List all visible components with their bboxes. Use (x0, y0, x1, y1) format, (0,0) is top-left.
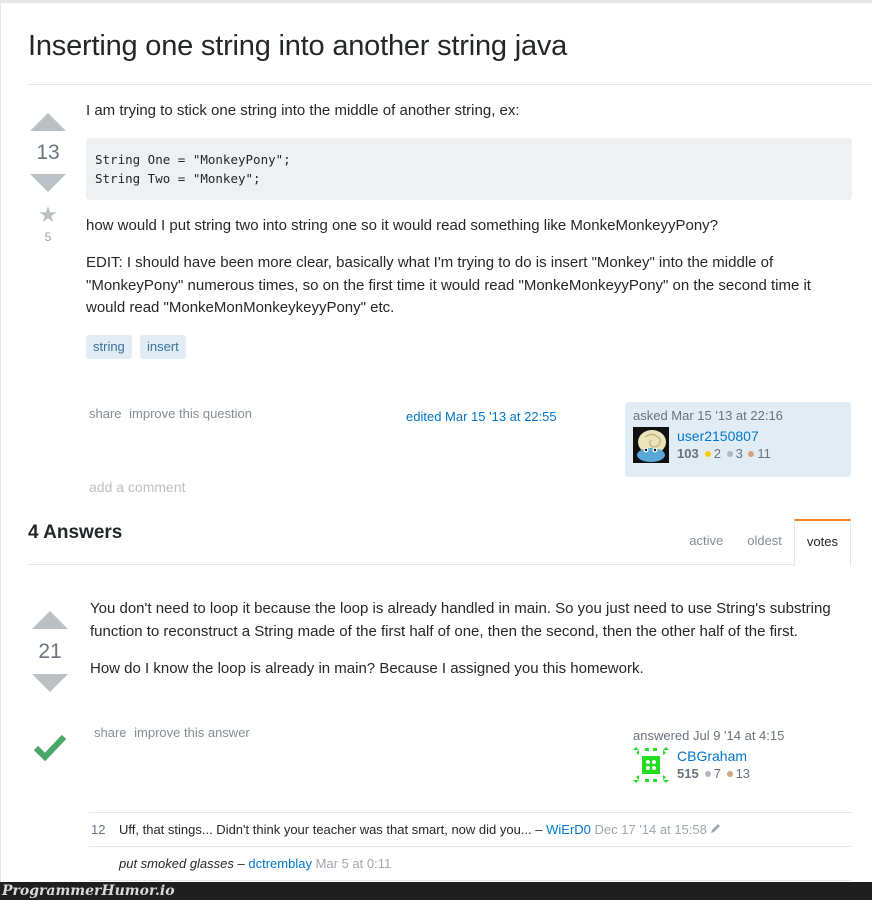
user-avatar-icon[interactable] (633, 427, 669, 463)
share-link[interactable]: share (89, 406, 122, 421)
sort-tabs: active oldest votes (677, 519, 851, 566)
silver-badge-count: 7 (713, 766, 721, 781)
bronze-badge-icon (726, 771, 733, 778)
question-paragraph: how would I put string two into string o… (86, 216, 718, 234)
asker-signature: asked Mar 15 '13 at 22:16 user2150807 10… (625, 402, 851, 477)
brand-watermark: ProgrammerHumor.io (2, 883, 175, 899)
question-paragraph: I am trying to stick one string into the… (86, 102, 520, 119)
tab-active[interactable]: active (677, 519, 735, 565)
answerer-signature: answered Jul 9 '14 at 4:15 CBGraham 515 7… (625, 722, 851, 789)
asker-reputation: 103 2 3 11 (677, 445, 771, 463)
answers-count-header: 4 Answers (28, 522, 123, 543)
question-title[interactable]: Inserting one string into another string… (28, 30, 567, 63)
comment-separator: – (531, 822, 547, 837)
tag-insert[interactable]: insert (139, 334, 186, 359)
watermark-footer: ProgrammerHumor.io (0, 882, 872, 900)
comment-body: Uff, that stings... Didn't think your te… (119, 821, 722, 838)
tab-votes[interactable]: votes (793, 519, 851, 566)
favorite-star-icon[interactable]: ★ (28, 202, 68, 228)
answered-timestamp: answered Jul 9 '14 at 4:15 (633, 728, 785, 743)
downvote-arrow-icon[interactable] (32, 674, 68, 692)
bronze-badge-icon (748, 451, 755, 458)
tag-string[interactable]: string (86, 334, 132, 359)
question-paragraph: EDIT: I should have been more clear, bas… (86, 254, 811, 316)
silver-badge-icon (704, 771, 711, 778)
bronze-badge-count: 13 (735, 766, 751, 781)
bronze-badge-count: 11 (757, 446, 771, 461)
improve-question-link[interactable]: improve this question (129, 406, 252, 421)
silver-badge-icon (726, 451, 733, 458)
favorite-count: 5 (44, 230, 52, 244)
downvote-arrow-icon[interactable] (30, 174, 66, 192)
comment-score: 12 (91, 822, 106, 837)
silver-badge-count: 3 (735, 446, 743, 461)
upvote-arrow-icon[interactable] (30, 113, 66, 131)
answer-body: You don't need to loop it because the lo… (90, 598, 852, 696)
comment-text: Uff, that stings... Didn't think your te… (119, 822, 532, 837)
gold-badge-icon (704, 451, 711, 458)
question-vote-cell: 13 ★ 5 (28, 113, 68, 244)
upvote-arrow-icon[interactable] (32, 611, 68, 629)
add-comment-link[interactable]: add a comment (89, 479, 186, 495)
improve-answer-link[interactable]: improve this answer (134, 725, 250, 740)
tag-list: string insert (86, 334, 852, 359)
answer-vote-cell: 21 (30, 611, 70, 692)
answer-paragraph: You don't need to loop it because the lo… (90, 600, 831, 640)
accepted-checkmark-icon (34, 734, 66, 761)
comment-date[interactable]: Mar 5 at 0:11 (312, 856, 392, 871)
question-vote-count: 13 (36, 141, 60, 164)
answer-post-menu: share improve this answer (94, 725, 254, 740)
user-avatar-icon[interactable] (633, 747, 669, 783)
gold-badge-count: 2 (713, 446, 721, 461)
comment-separator: – (233, 856, 249, 871)
comment-body: put smoked glasses – dctremblay Mar 5 at… (119, 855, 391, 872)
edit-pencil-icon[interactable] (710, 821, 722, 838)
comment-score (89, 855, 119, 872)
code-block: String One = "MonkeyPony"; String Two = … (86, 137, 852, 200)
question-body: I am trying to stick one string into the… (86, 100, 852, 359)
comment-date[interactable]: Dec 17 '14 at 15:58 (591, 822, 707, 837)
answerer-username[interactable]: CBGraham (677, 747, 750, 765)
comment: 12 Uff, that stings... Didn't think your… (89, 812, 851, 846)
comment-list: 12 Uff, that stings... Didn't think your… (89, 812, 851, 881)
top-border (0, 0, 872, 3)
tab-oldest[interactable]: oldest (735, 519, 794, 565)
question-post-menu: share improve this question (89, 406, 256, 421)
answerer-reputation: 515 7 13 (677, 765, 750, 783)
comment-user-link[interactable]: WiErD0 (546, 822, 591, 837)
reputation-score: 103 (677, 446, 699, 461)
answer-paragraph: How do I know the loop is already in mai… (90, 660, 644, 677)
asked-timestamp: asked Mar 15 '13 at 22:16 (633, 408, 783, 423)
answer-vote-count: 21 (38, 640, 62, 663)
asker-username[interactable]: user2150807 (677, 427, 771, 445)
comment: put smoked glasses – dctremblay Mar 5 at… (89, 846, 851, 881)
comment-text: put smoked glasses (119, 856, 234, 871)
edited-link[interactable]: edited Mar 15 '13 at 22:55 (406, 409, 557, 424)
share-link[interactable]: share (94, 725, 127, 740)
title-divider (28, 84, 872, 85)
left-border (0, 0, 1, 882)
reputation-score: 515 (677, 766, 699, 781)
comment-user-link[interactable]: dctremblay (248, 856, 312, 871)
